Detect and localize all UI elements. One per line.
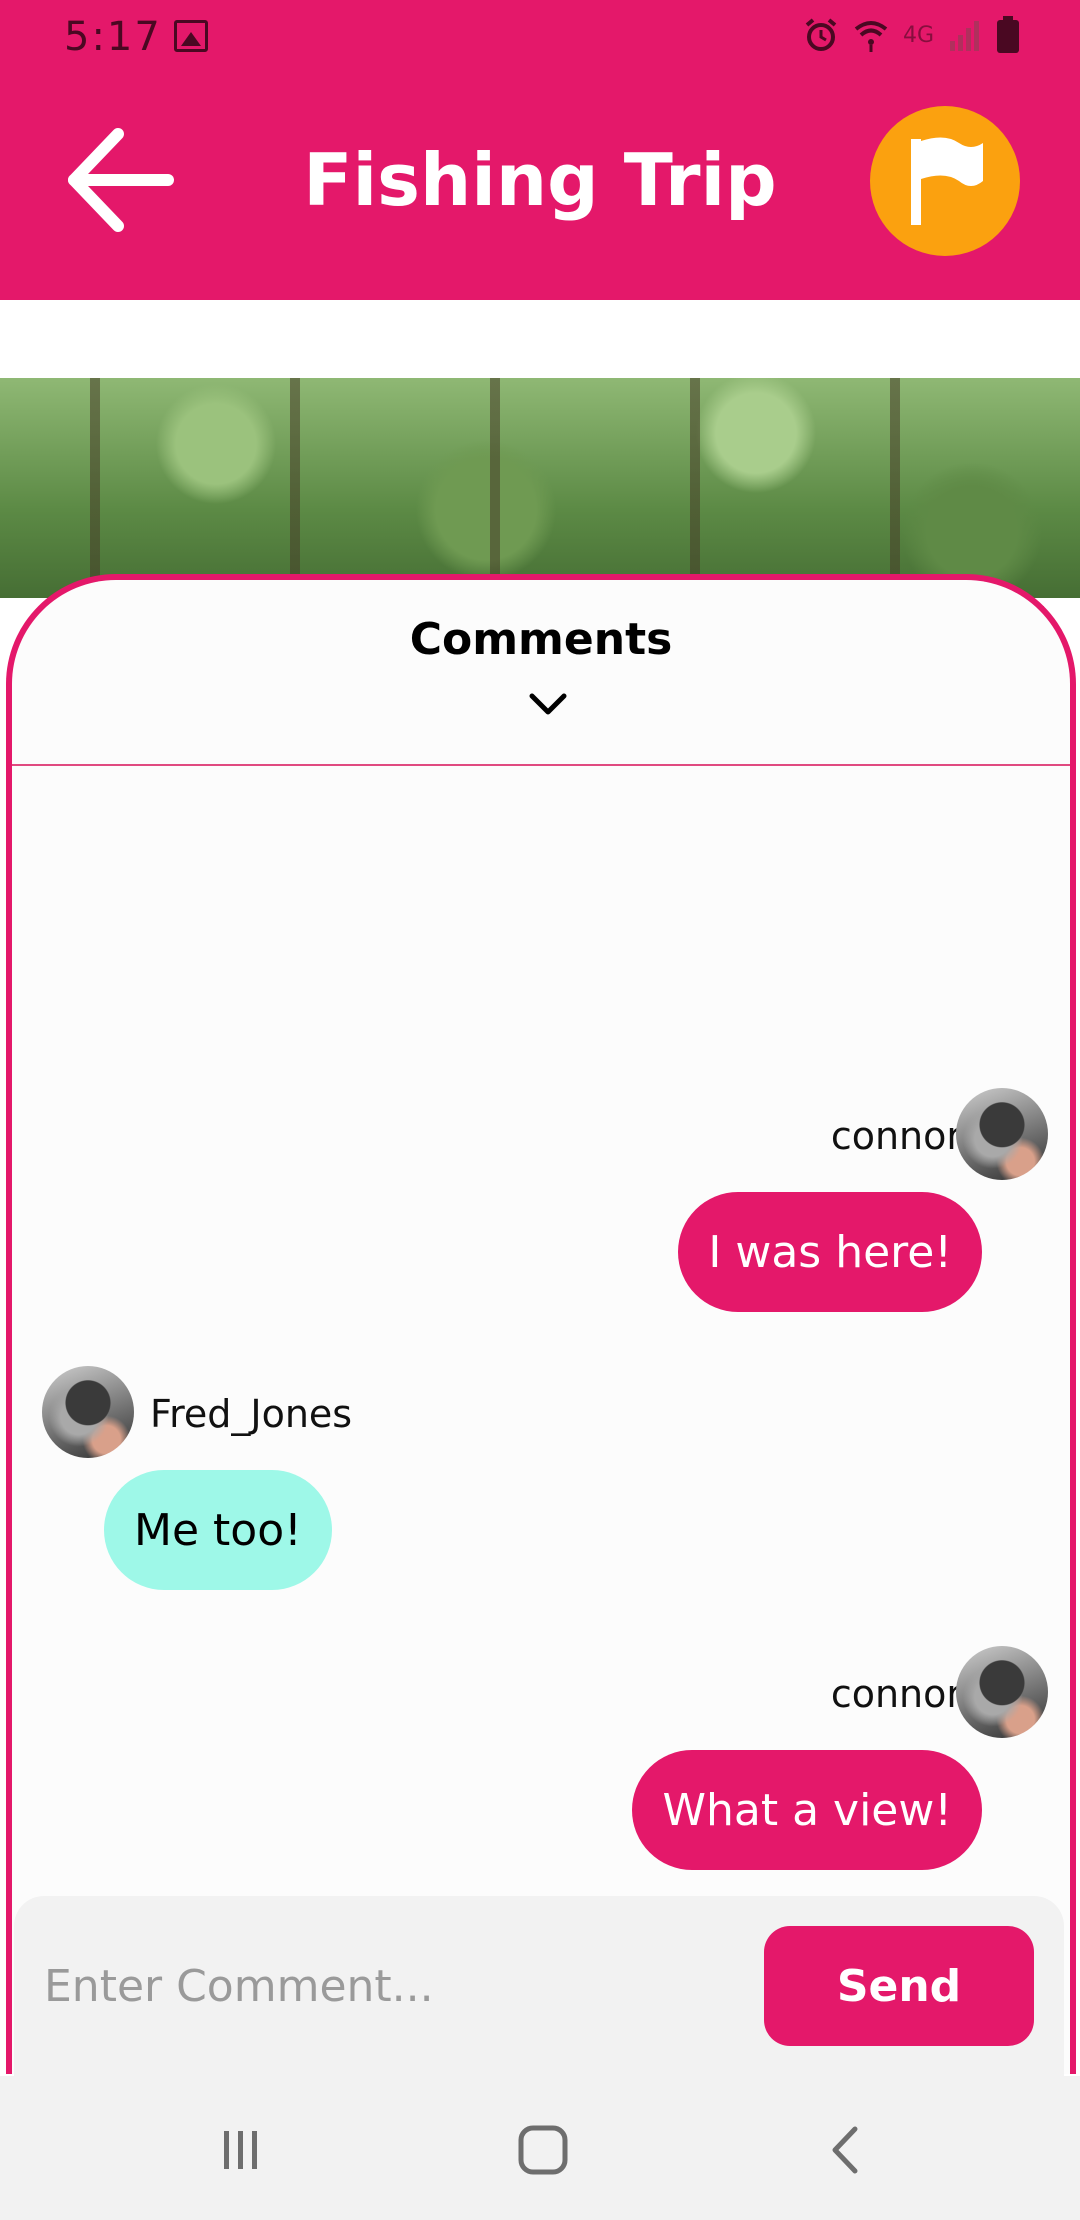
battery-icon [997, 16, 1019, 53]
home-button[interactable] [508, 2120, 578, 2180]
home-icon [518, 2125, 568, 2175]
chevron-down-icon[interactable] [528, 692, 568, 718]
trip-photo [0, 378, 1080, 598]
flag-icon [911, 137, 983, 225]
send-button[interactable]: Send [764, 1926, 1034, 2046]
avatar[interactable] [956, 1088, 1048, 1180]
message-text: I was here! [708, 1226, 952, 1278]
status-bar: 5:17 4G [0, 0, 1080, 76]
message-username: connor [830, 1672, 962, 1716]
wifi-icon [854, 21, 888, 52]
status-icons: 4G [803, 16, 1020, 54]
message-bubble-outgoing: What a view! [632, 1750, 982, 1870]
message-bubble-incoming: Me too! [104, 1470, 332, 1590]
message-text: Me too! [134, 1504, 302, 1556]
alarm-icon [805, 18, 837, 51]
status-time: 5:17 [64, 14, 162, 60]
system-nav-bar [0, 2076, 1080, 2220]
flag-button[interactable] [870, 106, 1020, 256]
message-text: What a view! [662, 1784, 952, 1836]
system-back-button[interactable] [810, 2120, 880, 2180]
recent-apps-icon [224, 2131, 257, 2169]
message-username: Fred_Jones [150, 1392, 353, 1436]
comments-sheet: Comments connor I was here! Fred_Jones M… [6, 574, 1076, 2074]
message-bubble-outgoing: I was here! [678, 1192, 982, 1312]
signal-icon [950, 21, 979, 51]
image-notification-icon [174, 20, 208, 52]
comments-header[interactable]: Comments [12, 580, 1070, 766]
comments-title: Comments [409, 614, 673, 665]
content-spacer [0, 300, 1080, 378]
chevron-left-icon [832, 2126, 858, 2174]
message-username: connor [830, 1114, 962, 1158]
comment-input[interactable] [44, 1936, 744, 2036]
avatar[interactable] [956, 1646, 1048, 1738]
network-type: 4G [902, 22, 934, 48]
app-bar: Fishing Trip [0, 76, 1080, 300]
recent-apps-button[interactable] [206, 2120, 276, 2180]
avatar[interactable] [42, 1366, 134, 1458]
comment-composer: Send [14, 1896, 1064, 2078]
